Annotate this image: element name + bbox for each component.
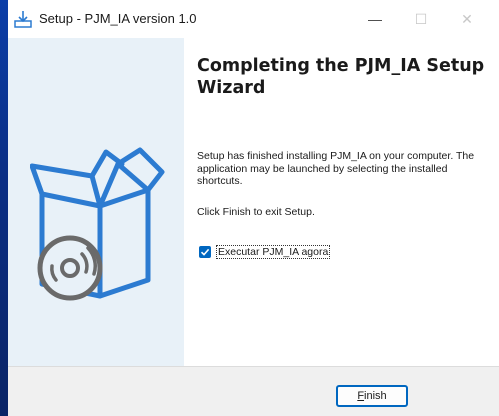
window-title: Setup - PJM_IA version 1.0 [39, 11, 197, 26]
wizard-side-panel [8, 38, 184, 366]
minimize-button[interactable]: — [352, 0, 398, 38]
run-app-checkbox-row[interactable]: Executar PJM_IA agora [199, 245, 331, 259]
wizard-footer: Finish [8, 366, 499, 416]
desktop-background [0, 0, 8, 416]
setup-window: Setup - PJM_IA version 1.0 — ☐ ✕ Complet… [8, 0, 499, 416]
close-button[interactable]: ✕ [444, 0, 490, 38]
maximize-button[interactable]: ☐ [398, 0, 444, 38]
wizard-content: Completing the PJM_IA Setup Wizard Setup… [184, 38, 499, 366]
page-title: Completing the PJM_IA Setup Wizard [197, 56, 485, 98]
software-box-icon [30, 147, 165, 301]
run-app-checkbox[interactable] [199, 246, 211, 258]
exit-instruction-text: Click Finish to exit Setup. [197, 206, 315, 218]
finish-accelerator: F [357, 390, 365, 402]
run-app-checkbox-label[interactable]: Executar PJM_IA agora [216, 245, 331, 259]
finish-button[interactable]: Finish [336, 385, 408, 407]
title-bar[interactable]: Setup - PJM_IA version 1.0 — ☐ ✕ [8, 0, 499, 38]
installer-icon [14, 10, 32, 28]
checkmark-icon [200, 248, 210, 256]
install-complete-text: Setup has finished installing PJM_IA on … [197, 150, 475, 187]
finish-label: inish [364, 390, 387, 402]
